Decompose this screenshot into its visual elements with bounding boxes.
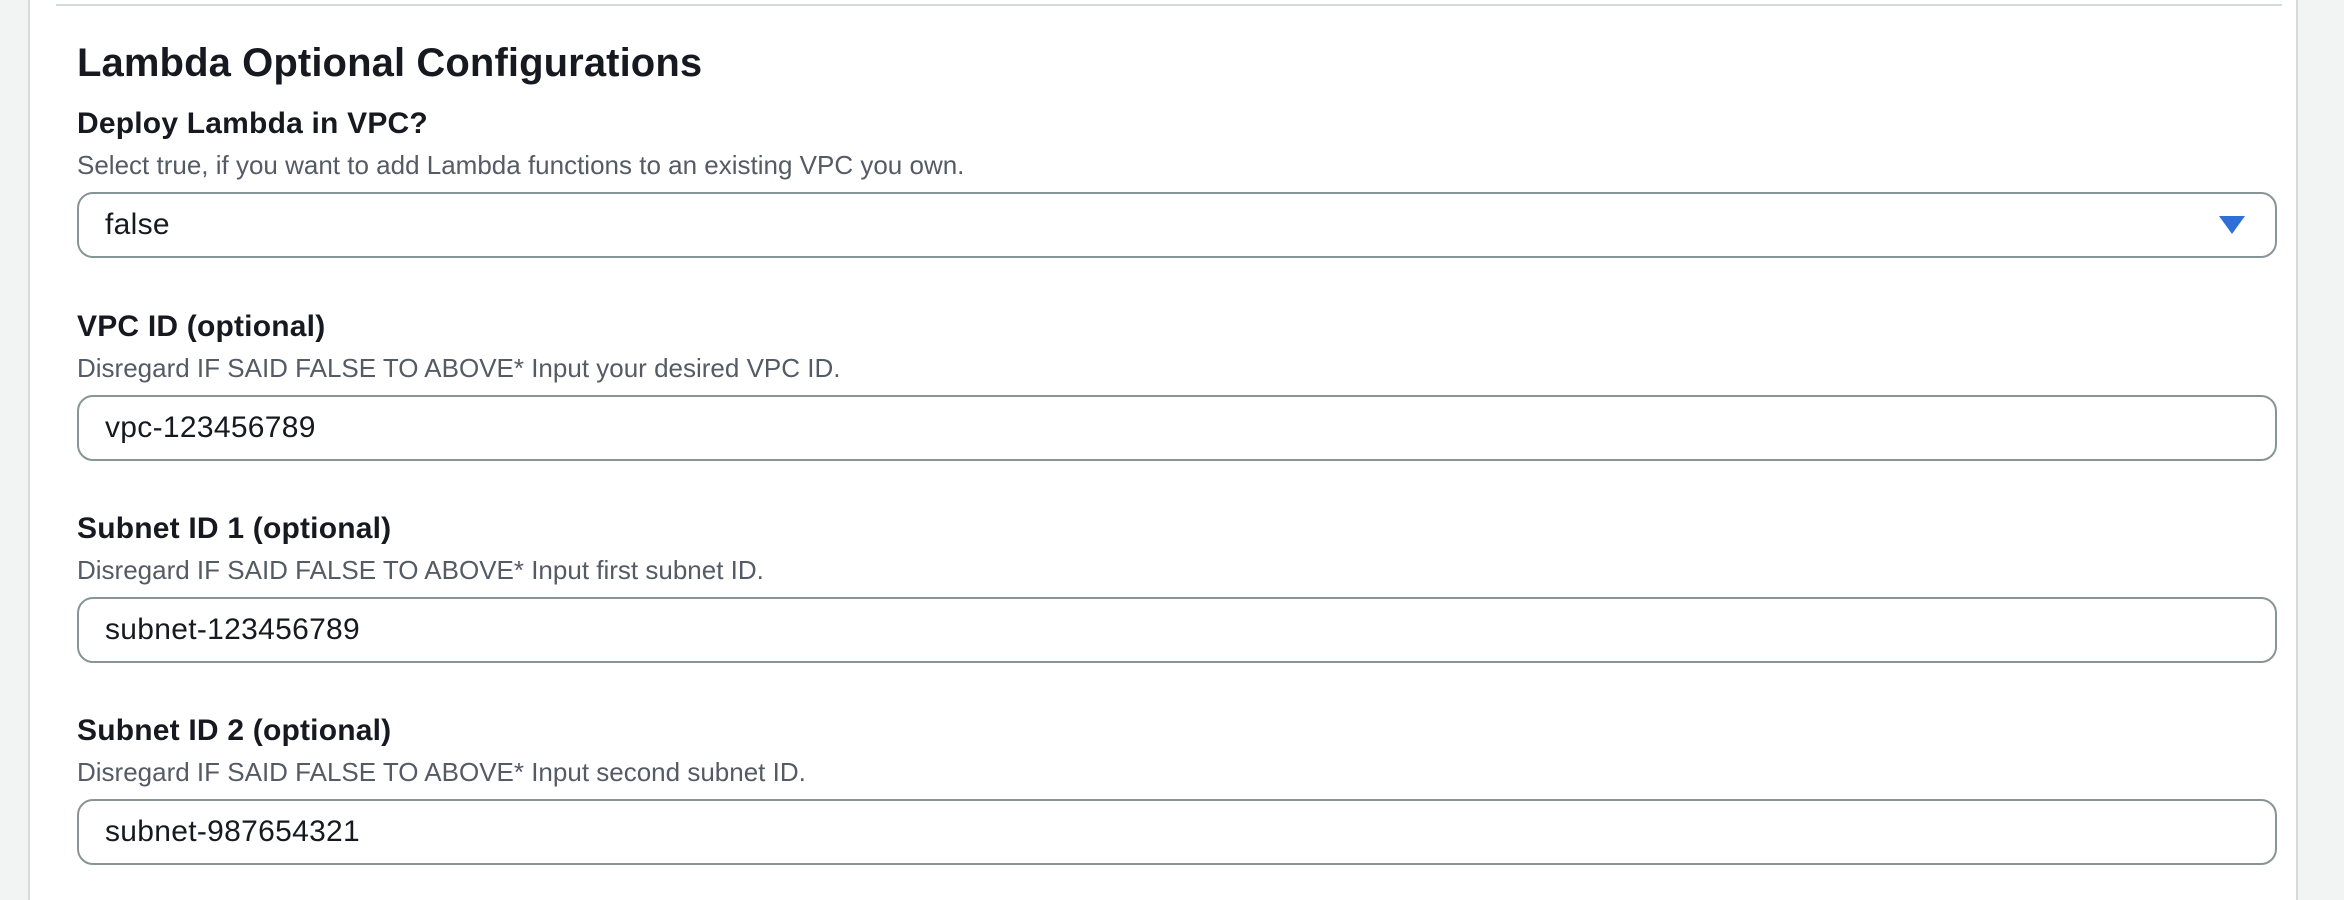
subnet-id-2-label: Subnet ID 2 (optional) <box>77 714 392 747</box>
subnet-id-2-input[interactable]: subnet-987654321 <box>77 799 2277 865</box>
vpc-id-field: VPC ID (optional) Disregard IF SAID FALS… <box>77 309 2277 461</box>
subnet-id-2-field: Subnet ID 2 (optional) Disregard IF SAID… <box>77 713 2277 865</box>
deploy-in-vpc-field: Deploy Lambda in VPC? Select true, if yo… <box>77 106 2277 258</box>
deploy-in-vpc-description: Select true, if you want to add Lambda f… <box>77 150 965 180</box>
subnet-id-2-description: Disregard IF SAID FALSE TO ABOVE* Input … <box>77 757 806 787</box>
deploy-in-vpc-label: Deploy Lambda in VPC? <box>77 107 428 140</box>
vpc-id-input[interactable]: vpc-123456789 <box>77 395 2277 461</box>
config-panel: Lambda Optional Configurations Deploy La… <box>28 0 2298 900</box>
vpc-id-label: VPC ID (optional) <box>77 310 326 343</box>
vpc-id-value[interactable]: vpc-123456789 <box>105 410 2249 446</box>
deploy-in-vpc-selected-value: false <box>105 208 170 241</box>
subnet-id-1-value[interactable]: subnet-123456789 <box>105 612 2249 648</box>
subnet-id-2-value[interactable]: subnet-987654321 <box>105 814 2249 850</box>
divider <box>56 4 2282 6</box>
page: Lambda Optional Configurations Deploy La… <box>0 0 2344 900</box>
caret-down-icon[interactable] <box>2219 216 2245 234</box>
section-title: Lambda Optional Configurations <box>77 41 703 85</box>
vpc-id-description: Disregard IF SAID FALSE TO ABOVE* Input … <box>77 353 841 383</box>
subnet-id-1-input[interactable]: subnet-123456789 <box>77 597 2277 663</box>
subnet-id-1-label: Subnet ID 1 (optional) <box>77 512 392 545</box>
deploy-in-vpc-select[interactable]: false <box>77 192 2277 258</box>
subnet-id-1-description: Disregard IF SAID FALSE TO ABOVE* Input … <box>77 555 764 585</box>
subnet-id-1-field: Subnet ID 1 (optional) Disregard IF SAID… <box>77 511 2277 663</box>
